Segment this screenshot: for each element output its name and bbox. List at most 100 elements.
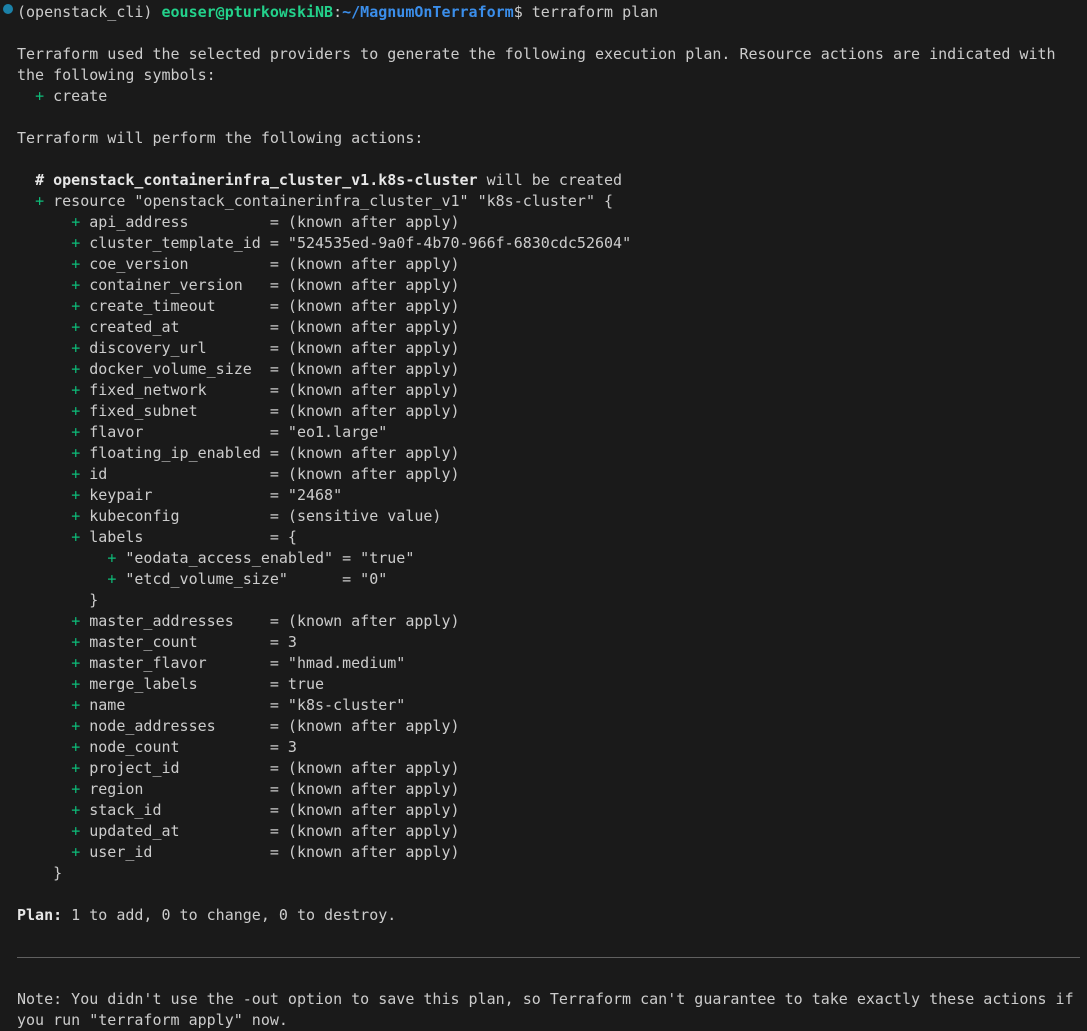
attr-label-etcd_volume_size: + "etcd_volume_size" = "0" bbox=[17, 569, 1080, 590]
text-segment bbox=[17, 171, 35, 189]
text-segment: the following symbols: bbox=[17, 66, 216, 84]
text-segment: resource "openstack_containerinfra_clust… bbox=[44, 192, 613, 210]
terminal-line bbox=[17, 884, 1080, 905]
resource-block-open: + resource "openstack_containerinfra_clu… bbox=[17, 191, 1080, 212]
plus-sign: + bbox=[71, 465, 80, 483]
text-segment: container_version = (known after apply) bbox=[80, 276, 459, 294]
text-segment bbox=[17, 360, 71, 378]
terminal-line bbox=[17, 107, 1080, 128]
text-segment bbox=[17, 192, 35, 210]
prompt-user-host: eouser@pturkowskiNB bbox=[162, 3, 334, 21]
text-segment: kubeconfig = (sensitive value) bbox=[80, 507, 441, 525]
plus-sign: + bbox=[71, 780, 80, 798]
text-segment bbox=[17, 507, 71, 525]
attr-kubeconfig: + kubeconfig = (sensitive value) bbox=[17, 506, 1080, 527]
plus-sign: + bbox=[71, 675, 80, 693]
plus-sign: + bbox=[71, 423, 80, 441]
text-segment bbox=[17, 276, 71, 294]
text-segment: labels = { bbox=[80, 528, 297, 546]
text-segment: coe_version = (known after apply) bbox=[80, 255, 459, 273]
attr-updated_at: + updated_at = (known after apply) bbox=[17, 821, 1080, 842]
text-segment: create bbox=[44, 87, 107, 105]
text-segment: project_id = (known after apply) bbox=[80, 759, 459, 777]
text-segment bbox=[17, 633, 71, 651]
plus-sign: + bbox=[71, 507, 80, 525]
attr-label-eodata_access_enabled: + "eodata_access_enabled" = "true" bbox=[17, 548, 1080, 569]
terminal-line: Note: You didn't use the -out option to … bbox=[17, 989, 1080, 1010]
attr-node_count: + node_count = 3 bbox=[17, 737, 1080, 758]
text-segment bbox=[17, 339, 71, 357]
attr-created_at: + created_at = (known after apply) bbox=[17, 317, 1080, 338]
text-segment bbox=[17, 717, 71, 735]
prompt-line: (openstack_cli) eouser@pturkowskiNB:~/Ma… bbox=[17, 2, 1080, 23]
plus-sign: + bbox=[71, 381, 80, 399]
text-segment: master_flavor = "hmad.medium" bbox=[80, 654, 405, 672]
text-segment bbox=[17, 465, 71, 483]
text-segment bbox=[17, 87, 35, 105]
text-segment bbox=[17, 549, 107, 567]
attr-flavor: + flavor = "eo1.large" bbox=[17, 422, 1080, 443]
attr-coe_version: + coe_version = (known after apply) bbox=[17, 254, 1080, 275]
plus-sign: + bbox=[71, 738, 80, 756]
plus-sign: + bbox=[35, 87, 44, 105]
text-segment bbox=[17, 780, 71, 798]
plan-summary-label: Plan: bbox=[17, 906, 62, 924]
plus-sign: + bbox=[71, 717, 80, 735]
attr-region: + region = (known after apply) bbox=[17, 779, 1080, 800]
text-segment: 1 to add, 0 to change, 0 to destroy. bbox=[62, 906, 396, 924]
text-segment: node_count = 3 bbox=[80, 738, 297, 756]
text-segment bbox=[17, 612, 71, 630]
attr-master_flavor: + master_flavor = "hmad.medium" bbox=[17, 653, 1080, 674]
text-segment: flavor = "eo1.large" bbox=[80, 423, 387, 441]
terminal-command-decoration-icon[interactable] bbox=[3, 4, 13, 14]
plus-sign: + bbox=[71, 633, 80, 651]
text-segment bbox=[17, 402, 71, 420]
text-segment: discovery_url = (known after apply) bbox=[80, 339, 459, 357]
attr-stack_id: + stack_id = (known after apply) bbox=[17, 800, 1080, 821]
prompt-colon: : bbox=[333, 3, 342, 21]
attr-container_version: + container_version = (known after apply… bbox=[17, 275, 1080, 296]
attr-project_id: + project_id = (known after apply) bbox=[17, 758, 1080, 779]
terminal-output: (openstack_cli) eouser@pturkowskiNB:~/Ma… bbox=[17, 2, 1080, 1031]
attr-api_address: + api_address = (known after apply) bbox=[17, 212, 1080, 233]
terminal-line bbox=[17, 926, 1080, 947]
plus-sign: + bbox=[71, 255, 80, 273]
attr-discovery_url: + discovery_url = (known after apply) bbox=[17, 338, 1080, 359]
terminal[interactable]: (openstack_cli) eouser@pturkowskiNB:~/Ma… bbox=[0, 0, 1087, 1030]
attr-floating_ip_enabled: + floating_ip_enabled = (known after app… bbox=[17, 443, 1080, 464]
text-segment bbox=[17, 843, 71, 861]
plus-sign: + bbox=[71, 213, 80, 231]
text-segment: cluster_template_id = "524535ed-9a0f-4b7… bbox=[80, 234, 631, 252]
resource-block-close: } bbox=[17, 863, 1080, 884]
text-segment: region = (known after apply) bbox=[80, 780, 459, 798]
resource-comment-line: # openstack_containerinfra_cluster_v1.k8… bbox=[17, 170, 1080, 191]
attr-id: + id = (known after apply) bbox=[17, 464, 1080, 485]
text-segment bbox=[17, 381, 71, 399]
plus-sign: + bbox=[107, 570, 116, 588]
plus-sign: + bbox=[71, 822, 80, 840]
plus-sign: + bbox=[71, 528, 80, 546]
text-segment: Note: You didn't use the -out option to … bbox=[17, 990, 1074, 1008]
text-segment: updated_at = (known after apply) bbox=[80, 822, 459, 840]
terminal-line bbox=[17, 968, 1080, 989]
text-segment: name = "k8s-cluster" bbox=[80, 696, 405, 714]
text-segment bbox=[17, 444, 71, 462]
attr-node_addresses: + node_addresses = (known after apply) bbox=[17, 716, 1080, 737]
text-segment bbox=[17, 738, 71, 756]
text-segment bbox=[17, 486, 71, 504]
plus-sign: + bbox=[71, 654, 80, 672]
prompt-venv: (openstack_cli) bbox=[17, 3, 162, 21]
text-segment bbox=[17, 423, 71, 441]
text-segment: master_addresses = (known after apply) bbox=[80, 612, 459, 630]
text-segment bbox=[17, 255, 71, 273]
text-segment: "etcd_volume_size" = "0" bbox=[116, 570, 387, 588]
prompt-command: terraform plan bbox=[532, 3, 658, 21]
divider-rule bbox=[17, 947, 1080, 968]
plus-sign: + bbox=[107, 549, 116, 567]
attr-master_addresses: + master_addresses = (known after apply) bbox=[17, 611, 1080, 632]
text-segment bbox=[17, 234, 71, 252]
text-segment bbox=[17, 801, 71, 819]
attr-master_count: + master_count = 3 bbox=[17, 632, 1080, 653]
text-segment: floating_ip_enabled = (known after apply… bbox=[80, 444, 459, 462]
text-segment: keypair = "2468" bbox=[80, 486, 342, 504]
